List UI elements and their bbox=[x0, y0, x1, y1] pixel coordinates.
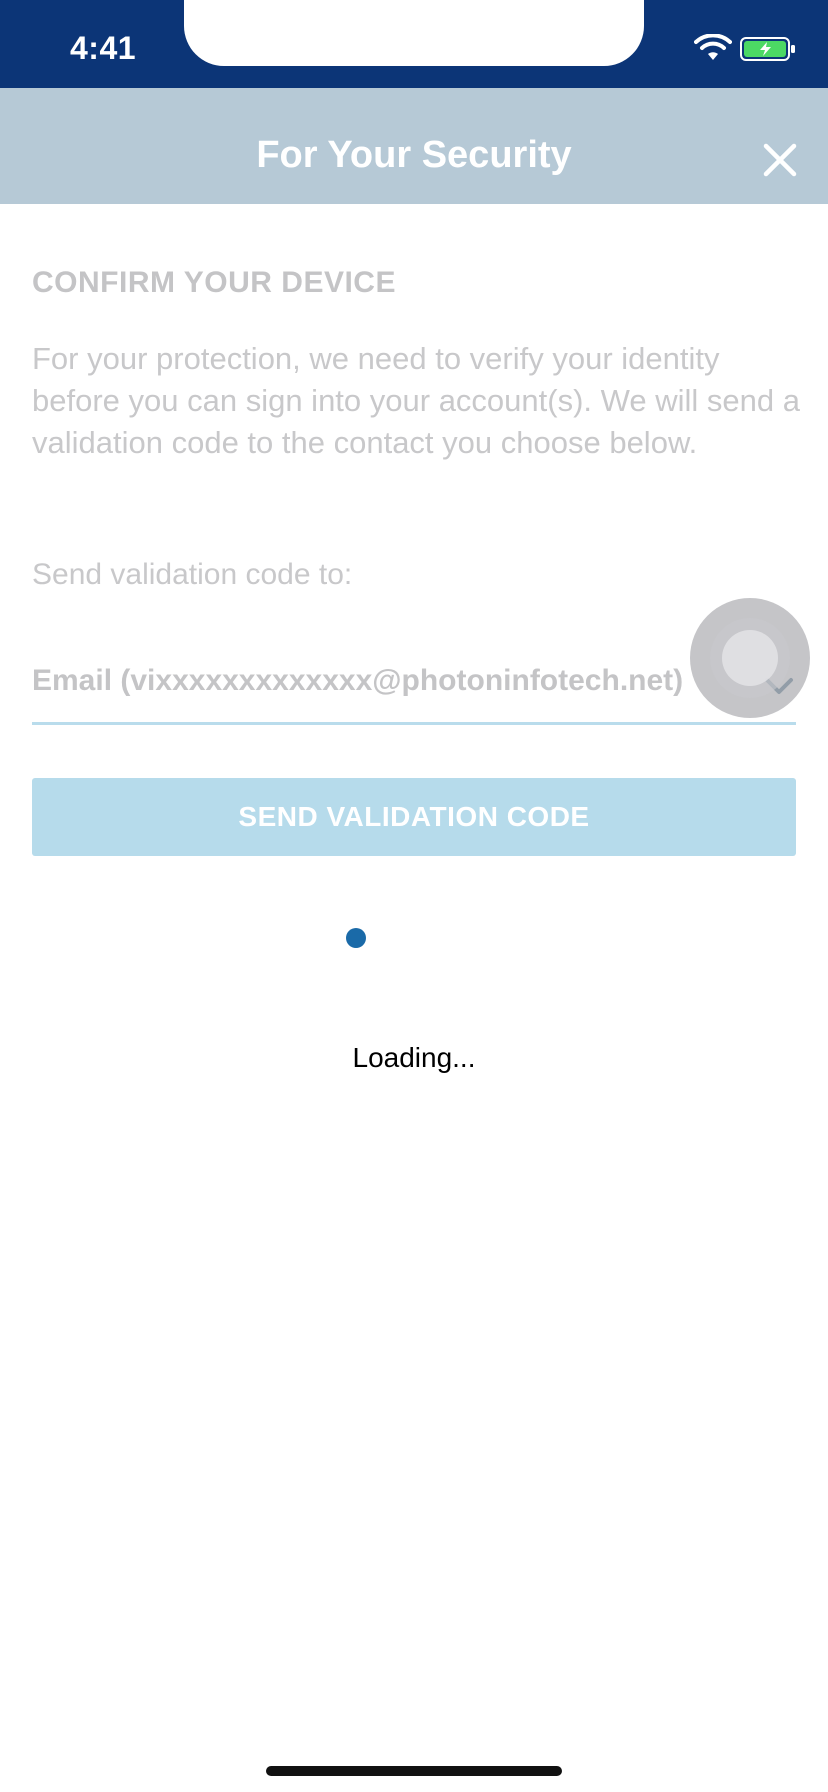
security-screen: 4:41 For Your Security CONFIRM YOUR DEVI… bbox=[0, 0, 828, 1792]
wifi-icon bbox=[694, 34, 732, 60]
page-title: For Your Security bbox=[256, 134, 572, 176]
status-bar: 4:41 bbox=[0, 0, 828, 88]
status-time: 4:41 bbox=[70, 30, 137, 66]
battery-charging-icon bbox=[740, 37, 795, 61]
contact-select-value: Email (vixxxxxxxxxxxxx@photoninfotech.ne… bbox=[32, 664, 684, 697]
section-heading: CONFIRM YOUR DEVICE bbox=[32, 266, 396, 299]
touch-indicator-core bbox=[722, 630, 778, 686]
device-notch bbox=[184, 0, 644, 66]
header-bar: For Your Security bbox=[0, 88, 828, 204]
send-to-label: Send validation code to: bbox=[32, 558, 353, 591]
contact-select[interactable]: Email (vixxxxxxxxxxxxx@photoninfotech.ne… bbox=[32, 650, 796, 725]
loading-spinner bbox=[346, 928, 366, 948]
send-validation-code-button[interactable]: SEND VALIDATION CODE bbox=[32, 778, 796, 856]
loading-text: Loading... bbox=[352, 1042, 476, 1073]
description-text: For your protection, we need to verify y… bbox=[32, 341, 800, 460]
close-icon[interactable] bbox=[760, 140, 800, 180]
home-indicator[interactable] bbox=[266, 1766, 562, 1776]
touch-indicator bbox=[690, 598, 810, 718]
